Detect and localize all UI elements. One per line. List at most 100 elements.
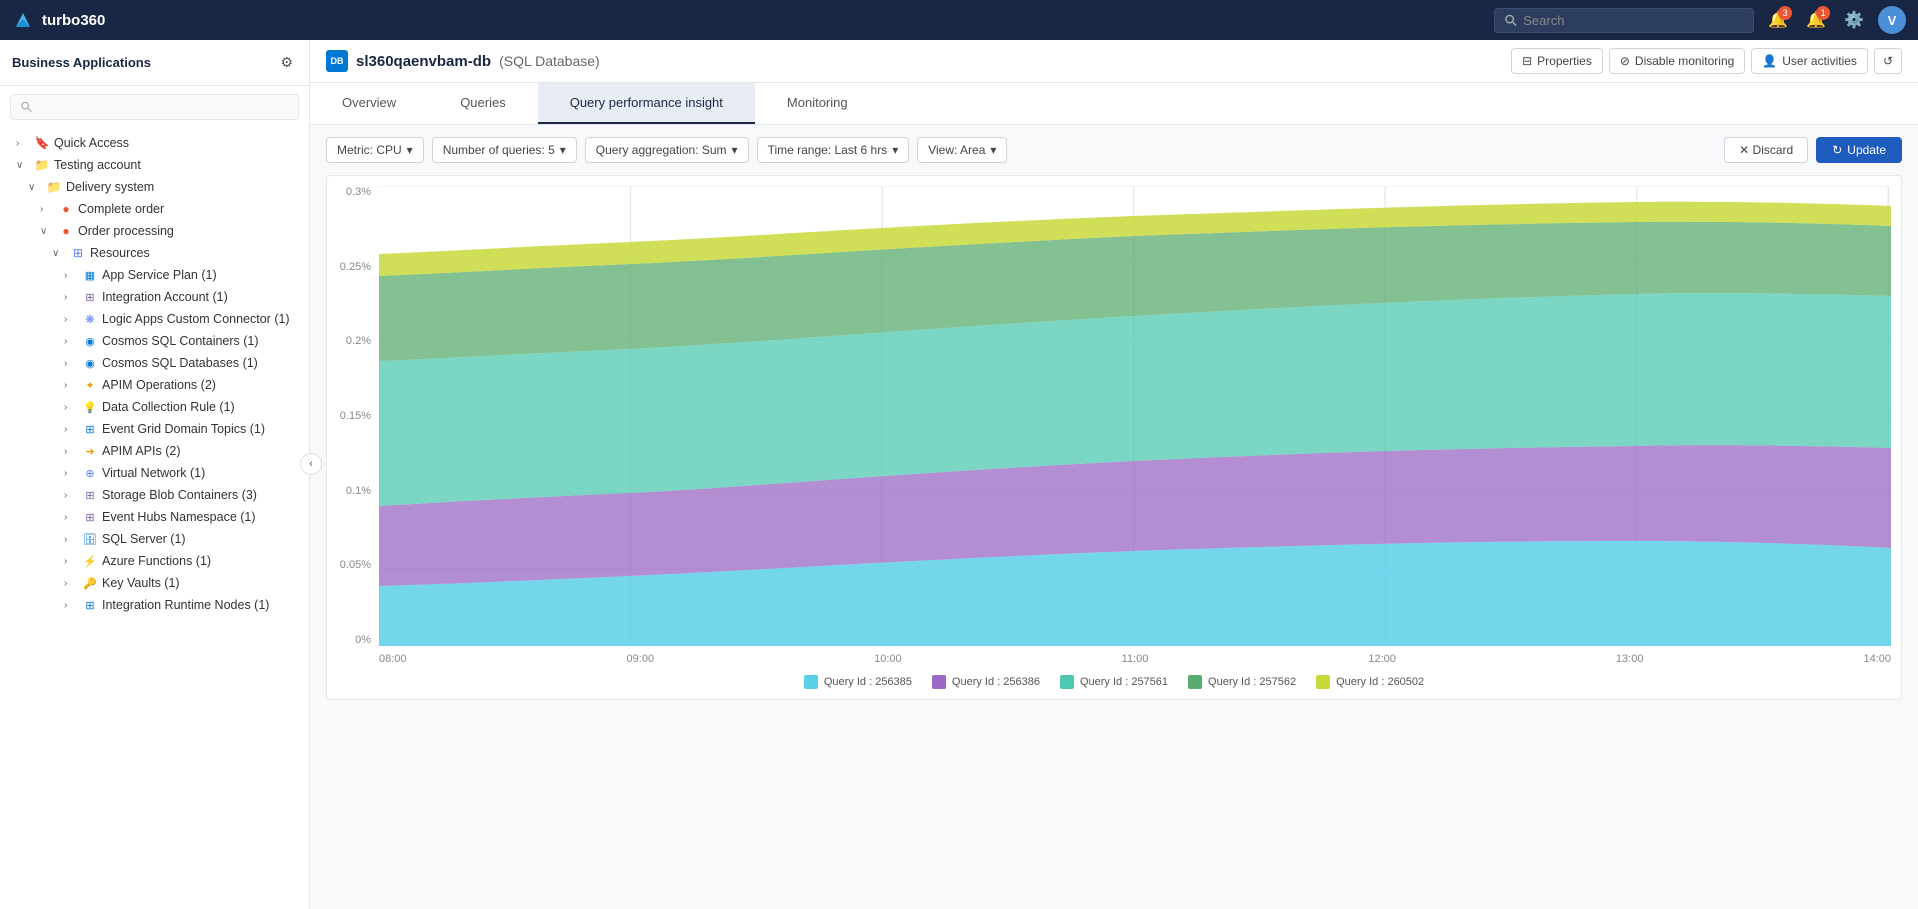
alerts-button[interactable]: 🔔 1 [1802, 6, 1830, 34]
tab-query-performance[interactable]: Query performance insight [538, 83, 755, 124]
chevron-icon: › [64, 424, 78, 435]
chevron-icon: › [64, 358, 78, 369]
legend-item-q1: Query Id : 256385 [804, 675, 912, 689]
sidebar-item-cosmos-containers[interactable]: › ◉ Cosmos SQL Containers (1) [0, 330, 309, 352]
update-icon: ↻ [1832, 143, 1842, 157]
sidebar: Business Applications ⚙ › 🔖 Quick Access… [0, 40, 310, 909]
sidebar-item-apim-apis[interactable]: › ➜ APIM APIs (2) [0, 440, 309, 462]
disable-monitoring-label: Disable monitoring [1635, 54, 1734, 68]
sidebar-item-integration-account[interactable]: › ⊞ Integration Account (1) [0, 286, 309, 308]
sidebar-item-logic-apps[interactable]: › ❋ Logic Apps Custom Connector (1) [0, 308, 309, 330]
chevron-icon: › [64, 512, 78, 523]
folder-icon: 📁 [46, 179, 62, 195]
sidebar-item-azure-functions[interactable]: › ⚡ Azure Functions (1) [0, 550, 309, 572]
chevron-icon: › [64, 292, 78, 303]
sidebar-item-data-collection[interactable]: › 💡 Data Collection Rule (1) [0, 396, 309, 418]
properties-button[interactable]: ⊟ Properties [1511, 48, 1603, 74]
sidebar-item-key-vaults[interactable]: › 🔑 Key Vaults (1) [0, 572, 309, 594]
sidebar-item-storage-blob[interactable]: › ⊞ Storage Blob Containers (3) [0, 484, 309, 506]
notifications-button[interactable]: 🔔 3 [1764, 6, 1792, 34]
chart-area-svg [379, 186, 1891, 646]
sidebar-item-event-hubs[interactable]: › ⊞ Event Hubs Namespace (1) [0, 506, 309, 528]
sidebar-item-label: Event Grid Domain Topics (1) [102, 422, 301, 436]
view-label: View: Area [928, 143, 985, 157]
app-logo[interactable]: turbo360 [12, 9, 105, 31]
cosmos-db-icon: ◉ [82, 355, 98, 371]
grid-icon: ⊞ [70, 245, 86, 261]
sidebar-item-label: Quick Access [54, 136, 301, 150]
sql-icon: 🗄 [82, 531, 98, 547]
sidebar-item-label: Cosmos SQL Databases (1) [102, 356, 301, 370]
sidebar-item-order-processing[interactable]: ∨ ● Order processing [0, 220, 309, 242]
search-input[interactable] [1523, 13, 1743, 28]
sidebar-search[interactable] [10, 94, 299, 120]
x-label: 14:00 [1863, 653, 1891, 665]
sidebar-header: Business Applications ⚙ [0, 40, 309, 86]
sidebar-item-event-grid[interactable]: › ⊞ Event Grid Domain Topics (1) [0, 418, 309, 440]
sidebar-item-resources[interactable]: ∨ ⊞ Resources [0, 242, 309, 264]
sidebar-item-testing-account[interactable]: ∨ 📁 Testing account [0, 154, 309, 176]
discard-button[interactable]: ✕ Discard [1724, 137, 1808, 163]
disable-monitoring-icon: ⊘ [1620, 54, 1630, 68]
sidebar-search-input[interactable] [38, 100, 288, 114]
user-activities-label: User activities [1782, 54, 1857, 68]
chart-controls: Metric: CPU ▾ Number of queries: 5 ▾ Que… [326, 137, 1902, 163]
sidebar-item-quick-access[interactable]: › 🔖 Quick Access [0, 132, 309, 154]
sidebar-item-app-service-plan[interactable]: › ▦ App Service Plan (1) [0, 264, 309, 286]
sidebar-item-apim-operations[interactable]: › ✦ APIM Operations (2) [0, 374, 309, 396]
aggregation-dropdown[interactable]: Query aggregation: Sum ▾ [585, 137, 749, 163]
sidebar-item-label: Key Vaults (1) [102, 576, 301, 590]
chevron-icon: ∨ [28, 182, 42, 193]
chevron-icon: › [64, 380, 78, 391]
x-label: 09:00 [627, 653, 655, 665]
legend-item-q5: Query Id : 260502 [1316, 675, 1424, 689]
chevron-icon: › [64, 336, 78, 347]
cosmos-icon: ◉ [82, 333, 98, 349]
resource-name: sl360qaenvbam-db [356, 53, 491, 70]
update-button[interactable]: ↻ Update [1816, 137, 1902, 163]
aggregation-label: Query aggregation: Sum [596, 143, 727, 157]
y-label: 0.3% [337, 186, 371, 198]
content-area: DB sl360qaenvbam-db (SQL Database) ⊟ Pro… [310, 40, 1918, 909]
apim-apis-icon: ➜ [82, 443, 98, 459]
sidebar-item-virtual-network[interactable]: › ⊕ Virtual Network (1) [0, 462, 309, 484]
legend-label-q2: Query Id : 256386 [952, 676, 1040, 688]
tab-monitoring[interactable]: Monitoring [755, 83, 880, 124]
event-hubs-icon: ⊞ [82, 509, 98, 525]
disable-monitoring-button[interactable]: ⊘ Disable monitoring [1609, 48, 1745, 74]
app-service-icon: ▦ [82, 267, 98, 283]
time-range-dropdown[interactable]: Time range: Last 6 hrs ▾ [757, 137, 910, 163]
chevron-icon: › [64, 600, 78, 611]
y-label: 0.2% [337, 335, 371, 347]
time-range-label: Time range: Last 6 hrs [768, 143, 888, 157]
refresh-button[interactable]: ↺ [1874, 48, 1902, 74]
sidebar-item-integration-runtime[interactable]: › ⊞ Integration Runtime Nodes (1) [0, 594, 309, 616]
legend-color-q4 [1188, 675, 1202, 689]
view-dropdown[interactable]: View: Area ▾ [917, 137, 1007, 163]
y-label: 0.1% [337, 485, 371, 497]
sidebar-collapse-button[interactable]: ‹ [300, 453, 322, 475]
sidebar-item-sql-server[interactable]: › 🗄 SQL Server (1) [0, 528, 309, 550]
sidebar-item-complete-order[interactable]: › ● Complete order [0, 198, 309, 220]
chevron-icon: › [64, 534, 78, 545]
num-queries-dropdown[interactable]: Number of queries: 5 ▾ [432, 137, 577, 163]
sidebar-item-delivery-system[interactable]: ∨ 📁 Delivery system [0, 176, 309, 198]
user-avatar[interactable]: V [1878, 6, 1906, 34]
settings-button[interactable]: ⚙️ [1840, 6, 1868, 34]
user-activities-button[interactable]: 👤 User activities [1751, 48, 1868, 74]
chart-inner: 0.3% 0.25% 0.2% 0.15% 0.1% 0.05% 0% [337, 186, 1891, 649]
legend-color-q5 [1316, 675, 1330, 689]
tab-queries[interactable]: Queries [428, 83, 538, 124]
alert-badge: 1 [1816, 6, 1830, 20]
user-activities-icon: 👤 [1762, 54, 1777, 68]
sidebar-settings-button[interactable]: ⚙ [276, 50, 297, 75]
metric-dropdown[interactable]: Metric: CPU ▾ [326, 137, 424, 163]
sidebar-item-label: Delivery system [66, 180, 301, 194]
sidebar-item-label: Order processing [78, 224, 301, 238]
search-box[interactable] [1494, 8, 1754, 33]
sidebar-item-cosmos-databases[interactable]: › ◉ Cosmos SQL Databases (1) [0, 352, 309, 374]
x-label: 10:00 [874, 653, 902, 665]
tab-overview[interactable]: Overview [310, 83, 428, 124]
sidebar-item-label: Data Collection Rule (1) [102, 400, 301, 414]
legend-color-q3 [1060, 675, 1074, 689]
